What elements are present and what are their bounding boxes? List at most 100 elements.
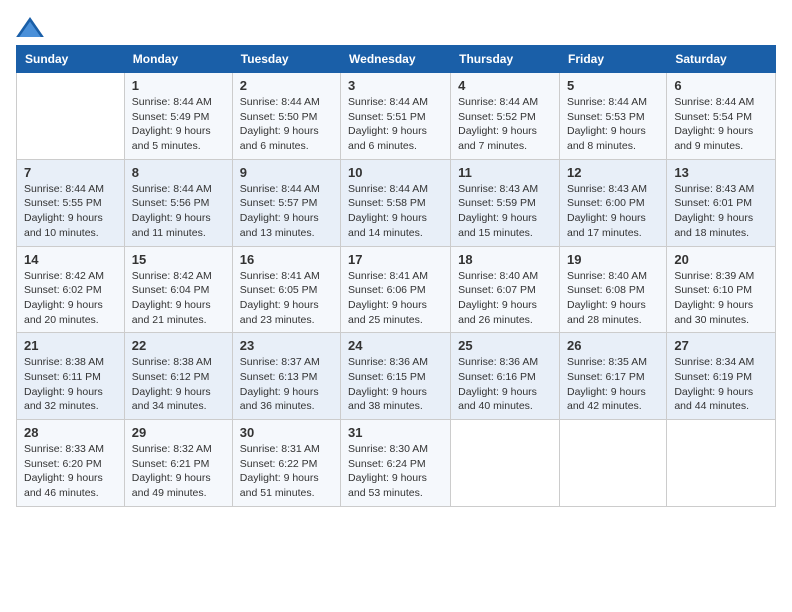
sunrise-text: Sunrise: 8:33 AM: [24, 442, 117, 457]
day-cell: 30 Sunrise: 8:31 AM Sunset: 6:22 PM Dayl…: [232, 420, 340, 507]
day-cell: 3 Sunrise: 8:44 AM Sunset: 5:51 PM Dayli…: [341, 73, 451, 160]
sunset-text: Sunset: 5:56 PM: [132, 196, 225, 211]
day-cell: 15 Sunrise: 8:42 AM Sunset: 6:04 PM Dayl…: [124, 246, 232, 333]
day-cell: 22 Sunrise: 8:38 AM Sunset: 6:12 PM Dayl…: [124, 333, 232, 420]
day-info: Sunrise: 8:41 AM Sunset: 6:05 PM Dayligh…: [240, 269, 333, 328]
daylight-text: Daylight: 9 hours and 8 minutes.: [567, 124, 659, 153]
sunrise-text: Sunrise: 8:30 AM: [348, 442, 443, 457]
sunset-text: Sunset: 6:21 PM: [132, 457, 225, 472]
daylight-text: Daylight: 9 hours and 23 minutes.: [240, 298, 333, 327]
sunset-text: Sunset: 6:04 PM: [132, 283, 225, 298]
day-number: 11: [458, 165, 552, 180]
sunrise-text: Sunrise: 8:43 AM: [458, 182, 552, 197]
sunrise-text: Sunrise: 8:39 AM: [674, 269, 768, 284]
day-number: 15: [132, 252, 225, 267]
day-cell: 17 Sunrise: 8:41 AM Sunset: 6:06 PM Dayl…: [341, 246, 451, 333]
day-cell: 23 Sunrise: 8:37 AM Sunset: 6:13 PM Dayl…: [232, 333, 340, 420]
day-cell: 9 Sunrise: 8:44 AM Sunset: 5:57 PM Dayli…: [232, 159, 340, 246]
daylight-text: Daylight: 9 hours and 25 minutes.: [348, 298, 443, 327]
sunset-text: Sunset: 5:58 PM: [348, 196, 443, 211]
day-info: Sunrise: 8:41 AM Sunset: 6:06 PM Dayligh…: [348, 269, 443, 328]
day-cell: [559, 420, 666, 507]
sunrise-text: Sunrise: 8:44 AM: [132, 95, 225, 110]
day-info: Sunrise: 8:44 AM Sunset: 5:57 PM Dayligh…: [240, 182, 333, 241]
day-info: Sunrise: 8:32 AM Sunset: 6:21 PM Dayligh…: [132, 442, 225, 501]
day-info: Sunrise: 8:43 AM Sunset: 6:01 PM Dayligh…: [674, 182, 768, 241]
sunset-text: Sunset: 5:53 PM: [567, 110, 659, 125]
day-number: 20: [674, 252, 768, 267]
day-cell: 18 Sunrise: 8:40 AM Sunset: 6:07 PM Dayl…: [451, 246, 560, 333]
calendar-header-row: SundayMondayTuesdayWednesdayThursdayFrid…: [17, 46, 776, 73]
sunset-text: Sunset: 5:52 PM: [458, 110, 552, 125]
day-info: Sunrise: 8:44 AM Sunset: 5:53 PM Dayligh…: [567, 95, 659, 154]
day-number: 25: [458, 338, 552, 353]
day-number: 22: [132, 338, 225, 353]
day-number: 1: [132, 78, 225, 93]
day-number: 12: [567, 165, 659, 180]
daylight-text: Daylight: 9 hours and 36 minutes.: [240, 385, 333, 414]
day-number: 3: [348, 78, 443, 93]
sunset-text: Sunset: 5:49 PM: [132, 110, 225, 125]
week-row-1: 1 Sunrise: 8:44 AM Sunset: 5:49 PM Dayli…: [17, 73, 776, 160]
daylight-text: Daylight: 9 hours and 34 minutes.: [132, 385, 225, 414]
daylight-text: Daylight: 9 hours and 15 minutes.: [458, 211, 552, 240]
sunset-text: Sunset: 6:17 PM: [567, 370, 659, 385]
page-container: SundayMondayTuesdayWednesdayThursdayFrid…: [0, 0, 792, 517]
day-cell: [451, 420, 560, 507]
sunset-text: Sunset: 5:59 PM: [458, 196, 552, 211]
daylight-text: Daylight: 9 hours and 30 minutes.: [674, 298, 768, 327]
day-info: Sunrise: 8:44 AM Sunset: 5:50 PM Dayligh…: [240, 95, 333, 154]
day-info: Sunrise: 8:44 AM Sunset: 5:54 PM Dayligh…: [674, 95, 768, 154]
day-number: 4: [458, 78, 552, 93]
sunrise-text: Sunrise: 8:44 AM: [24, 182, 117, 197]
sunset-text: Sunset: 5:54 PM: [674, 110, 768, 125]
day-number: 23: [240, 338, 333, 353]
sunrise-text: Sunrise: 8:44 AM: [240, 182, 333, 197]
sunrise-text: Sunrise: 8:43 AM: [674, 182, 768, 197]
daylight-text: Daylight: 9 hours and 17 minutes.: [567, 211, 659, 240]
sunrise-text: Sunrise: 8:44 AM: [567, 95, 659, 110]
day-number: 10: [348, 165, 443, 180]
sunrise-text: Sunrise: 8:41 AM: [348, 269, 443, 284]
day-info: Sunrise: 8:42 AM Sunset: 6:04 PM Dayligh…: [132, 269, 225, 328]
sunset-text: Sunset: 6:13 PM: [240, 370, 333, 385]
day-number: 29: [132, 425, 225, 440]
day-info: Sunrise: 8:44 AM Sunset: 5:49 PM Dayligh…: [132, 95, 225, 154]
sunrise-text: Sunrise: 8:44 AM: [674, 95, 768, 110]
day-cell: 6 Sunrise: 8:44 AM Sunset: 5:54 PM Dayli…: [667, 73, 776, 160]
daylight-text: Daylight: 9 hours and 18 minutes.: [674, 211, 768, 240]
sunset-text: Sunset: 6:02 PM: [24, 283, 117, 298]
day-info: Sunrise: 8:43 AM Sunset: 5:59 PM Dayligh…: [458, 182, 552, 241]
column-header-monday: Monday: [124, 46, 232, 73]
day-info: Sunrise: 8:31 AM Sunset: 6:22 PM Dayligh…: [240, 442, 333, 501]
sunrise-text: Sunrise: 8:31 AM: [240, 442, 333, 457]
daylight-text: Daylight: 9 hours and 49 minutes.: [132, 471, 225, 500]
sunrise-text: Sunrise: 8:40 AM: [458, 269, 552, 284]
day-number: 21: [24, 338, 117, 353]
day-number: 28: [24, 425, 117, 440]
sunrise-text: Sunrise: 8:34 AM: [674, 355, 768, 370]
day-number: 30: [240, 425, 333, 440]
day-number: 6: [674, 78, 768, 93]
day-info: Sunrise: 8:43 AM Sunset: 6:00 PM Dayligh…: [567, 182, 659, 241]
column-header-thursday: Thursday: [451, 46, 560, 73]
day-info: Sunrise: 8:38 AM Sunset: 6:11 PM Dayligh…: [24, 355, 117, 414]
column-header-tuesday: Tuesday: [232, 46, 340, 73]
sunset-text: Sunset: 5:55 PM: [24, 196, 117, 211]
day-info: Sunrise: 8:44 AM Sunset: 5:55 PM Dayligh…: [24, 182, 117, 241]
daylight-text: Daylight: 9 hours and 10 minutes.: [24, 211, 117, 240]
sunset-text: Sunset: 6:16 PM: [458, 370, 552, 385]
daylight-text: Daylight: 9 hours and 9 minutes.: [674, 124, 768, 153]
sunset-text: Sunset: 6:08 PM: [567, 283, 659, 298]
column-header-friday: Friday: [559, 46, 666, 73]
sunset-text: Sunset: 6:15 PM: [348, 370, 443, 385]
day-cell: 20 Sunrise: 8:39 AM Sunset: 6:10 PM Dayl…: [667, 246, 776, 333]
daylight-text: Daylight: 9 hours and 40 minutes.: [458, 385, 552, 414]
day-cell: [667, 420, 776, 507]
daylight-text: Daylight: 9 hours and 28 minutes.: [567, 298, 659, 327]
sunset-text: Sunset: 5:57 PM: [240, 196, 333, 211]
day-cell: 16 Sunrise: 8:41 AM Sunset: 6:05 PM Dayl…: [232, 246, 340, 333]
daylight-text: Daylight: 9 hours and 11 minutes.: [132, 211, 225, 240]
sunset-text: Sunset: 6:24 PM: [348, 457, 443, 472]
daylight-text: Daylight: 9 hours and 46 minutes.: [24, 471, 117, 500]
